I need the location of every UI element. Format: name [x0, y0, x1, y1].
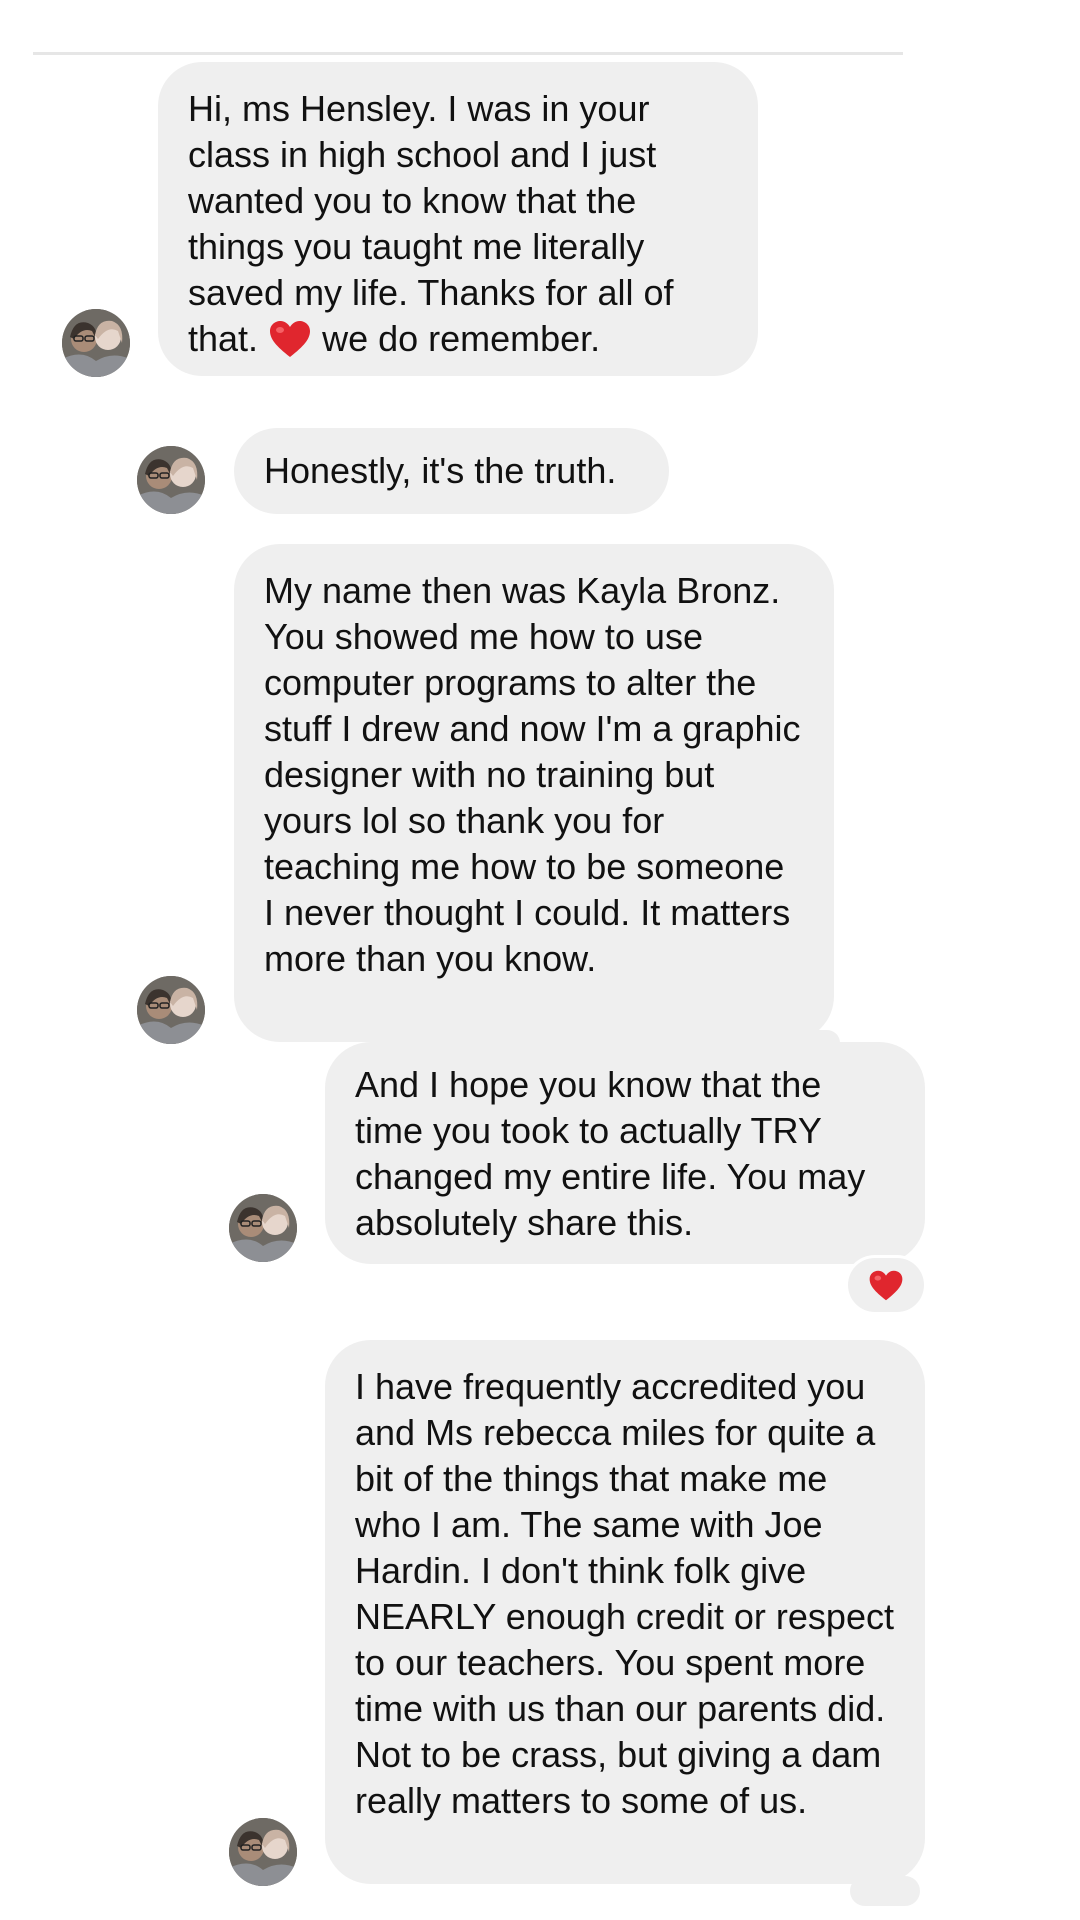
- heart-emoji-icon: [869, 1270, 903, 1300]
- heart-emoji-icon: [270, 321, 311, 357]
- message-bubble-3[interactable]: My name then was Kayla Bronz. You showed…: [234, 544, 834, 1042]
- profile-photo-icon: [229, 1194, 297, 1262]
- bubble-connector: [850, 1876, 920, 1906]
- message-bubble-2[interactable]: Honestly, it's the truth.: [234, 428, 669, 514]
- sender-avatar[interactable]: [62, 309, 130, 377]
- message-bubble-4[interactable]: And I hope you know that the time you to…: [325, 1042, 925, 1264]
- profile-photo-icon: [62, 309, 130, 377]
- message-text: I have frequently accredited you and Ms …: [355, 1366, 904, 1821]
- profile-photo-icon: [137, 446, 205, 514]
- message-text: My name then was Kayla Bronz. You showed…: [264, 570, 811, 979]
- profile-photo-icon: [137, 976, 205, 1044]
- sender-avatar[interactable]: [137, 976, 205, 1044]
- message-text: Honestly, it's the truth.: [264, 450, 617, 491]
- sender-avatar[interactable]: [229, 1818, 297, 1886]
- message-text: Hi, ms Hensley. I was in your class in h…: [188, 88, 674, 313]
- message-bubble-1[interactable]: Hi, ms Hensley. I was in your class in h…: [158, 62, 758, 376]
- sender-avatar[interactable]: [229, 1194, 297, 1262]
- top-divider: [33, 52, 903, 55]
- sender-avatar[interactable]: [137, 446, 205, 514]
- message-text-last-line: that. we do remember.: [188, 318, 601, 359]
- heart-reaction-badge[interactable]: [848, 1258, 924, 1312]
- message-text: And I hope you know that the time you to…: [355, 1064, 876, 1243]
- message-bubble-5[interactable]: I have frequently accredited you and Ms …: [325, 1340, 925, 1884]
- profile-photo-icon: [229, 1818, 297, 1886]
